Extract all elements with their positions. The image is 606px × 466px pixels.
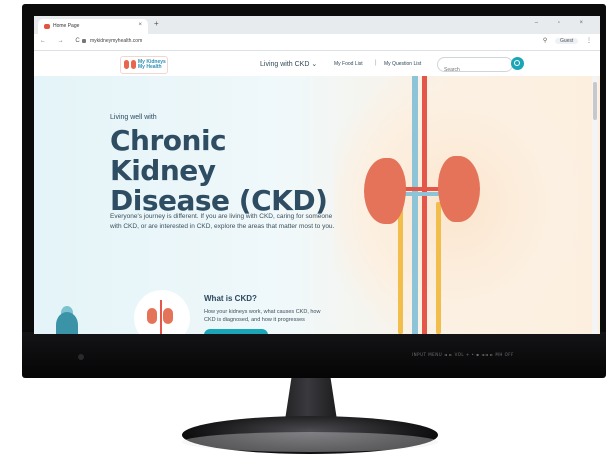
kidney-card-icon: [147, 308, 157, 324]
person-illustration: [56, 312, 78, 334]
kidney-logo-icon: [124, 60, 129, 69]
search-button[interactable]: [511, 57, 524, 70]
browser-tab[interactable]: Home Page ×: [38, 19, 148, 34]
monitor-controls: INPUT MENU ◄ ► VOL + • ▪ ◄◄ ► MH OFF: [412, 352, 514, 357]
monitor-bezel: [22, 332, 606, 378]
kidney-logo-icon: [131, 60, 136, 69]
browser-tabbar: Home Page × + – ▫ ×: [34, 16, 600, 34]
kidney-card-icon: [163, 308, 173, 324]
hero-kicker: Living well with: [110, 114, 157, 121]
nav-separator: |: [375, 60, 377, 66]
url-field[interactable]: mykidneymyhealth.com: [90, 38, 142, 44]
card-image: [134, 290, 190, 334]
profile-label: Guest: [559, 38, 574, 44]
window-controls[interactable]: – ▫ ×: [535, 20, 592, 26]
card-button[interactable]: [204, 329, 268, 334]
page-title: Chronic Kidney Disease (CKD): [110, 124, 328, 217]
site-header: My Kidneys My Health Living with CKD ⌄ My…: [34, 51, 600, 78]
card-description: How your kidneys work, what causes CKD, …: [204, 309, 321, 323]
address-bar: ← → C mykidneymyhealth.com ⚲ Guest ⋮: [34, 34, 600, 51]
search-input[interactable]: [438, 64, 506, 76]
nav-buttons[interactable]: ← → C: [40, 38, 85, 44]
artery-illustration: [422, 76, 427, 334]
scrollbar-thumb[interactable]: [593, 82, 597, 120]
lock-icon: [82, 39, 86, 43]
ureter-illustration: [398, 202, 403, 334]
tab-title: Home Page: [53, 23, 80, 29]
monitor-stand-rim: [182, 432, 438, 452]
kidney-favicon-icon: [44, 24, 50, 29]
nav-my-question-list[interactable]: My Question List: [384, 61, 421, 67]
logo-text: My Kidneys My Health: [138, 59, 166, 70]
new-tab-button[interactable]: +: [154, 19, 159, 28]
nav-my-food-list[interactable]: My Food List: [334, 61, 363, 67]
kidney-left-illustration: [364, 158, 406, 224]
search-icon[interactable]: ⚲: [543, 38, 547, 44]
tab-close-icon[interactable]: ×: [138, 22, 142, 28]
search-icon: [514, 60, 520, 66]
site-logo[interactable]: My Kidneys My Health: [120, 56, 168, 74]
hero-section: Living well with Chronic Kidney Disease …: [34, 76, 600, 334]
search-box: [437, 57, 513, 76]
nav-living-with-ckd[interactable]: Living with CKD ⌄: [260, 60, 317, 68]
hero-description: Everyone's journey is different. If you …: [110, 213, 335, 230]
vein-illustration: [412, 76, 418, 334]
screen: Home Page × + – ▫ × ← → C mykidneymyheal…: [34, 16, 600, 334]
browser-menu-icon[interactable]: ⋮: [586, 38, 592, 44]
card-title[interactable]: What is CKD?: [204, 294, 257, 303]
ureter-illustration: [436, 202, 441, 334]
kidney-card-icon: [160, 300, 162, 334]
kidney-right-illustration: [438, 156, 480, 222]
profile-button[interactable]: Guest: [554, 38, 579, 44]
power-light: [78, 354, 84, 360]
browser-right-controls: ⚲ Guest ⋮: [543, 37, 592, 44]
